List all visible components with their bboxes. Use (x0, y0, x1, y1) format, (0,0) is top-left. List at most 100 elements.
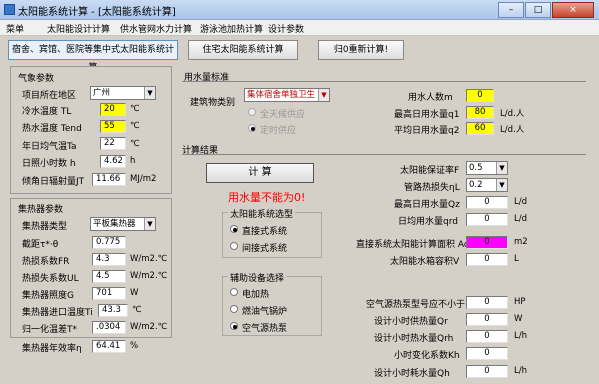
cold-water-temp-unit: ℃ (130, 104, 140, 114)
max-daily-usage-input[interactable]: 0 (466, 196, 508, 209)
timed-supply-label: 定时供应 (260, 126, 297, 136)
normalized-temp-diff-input[interactable]: .0304 (92, 321, 126, 334)
window-title: 太阳能系统计算 - [太阳能系统计算] (18, 7, 176, 18)
guarantee-rate-select[interactable]: 0.5 ▼ (466, 161, 508, 175)
normalized-temp-diff-label: 归一化温差T* (22, 325, 77, 335)
heat-pump-size-input[interactable]: 0 (466, 296, 508, 309)
electric-heating-radio[interactable] (230, 288, 238, 296)
design-hour-cons-unit: L/h (514, 366, 527, 376)
minimize-button[interactable]: – (498, 2, 524, 18)
menu-bar: 菜单 太阳能设计计算 供水管网水力计算 游泳池加热计算 设计参数 (0, 20, 599, 36)
direct-system-radio[interactable] (230, 225, 238, 233)
normalized-temp-diff-unit: W/m2.℃ (130, 322, 168, 332)
design-hour-cons-input[interactable]: 0 (466, 365, 508, 378)
design-hour-water-input[interactable]: 0 (466, 330, 508, 343)
maximize-button[interactable]: □ (525, 2, 551, 18)
boiler-radio[interactable] (230, 305, 238, 313)
system-type-title: 太阳能系统选型 (228, 207, 296, 220)
users-label: 用水人数m (408, 93, 453, 103)
peak-usage-input[interactable]: 80 (466, 106, 494, 119)
sunshine-hours-input[interactable]: 4.62 (100, 155, 126, 168)
avg-usage-input[interactable]: 60 (466, 122, 494, 135)
annual-efficiency-input[interactable]: 64.41 (92, 340, 126, 353)
cold-water-temp-input[interactable]: 20 (100, 103, 126, 116)
design-hour-heat-unit: W (514, 314, 523, 324)
menu-item-main[interactable]: 菜单 (6, 22, 24, 35)
inlet-temp-label: 集热器进口温度Ti (22, 308, 93, 318)
chevron-down-icon: ▼ (496, 179, 507, 191)
reset-button[interactable]: 归0重新计算! (318, 40, 404, 60)
menu-item-solar-design[interactable]: 太阳能设计计算 (47, 22, 110, 35)
timed-supply-radio[interactable] (248, 124, 256, 132)
pipe-loss-value: 0.2 (469, 180, 483, 190)
avg-air-temp-label: 年日均气温Ta (22, 142, 77, 152)
tank-volume-input[interactable]: 0 (466, 253, 508, 266)
avg-daily-usage-label: 日均用水量qrd (398, 217, 458, 227)
tab-centralized-system[interactable]: 宿舍、宾馆、医院等集中式太阳能系统计算 (8, 40, 178, 73)
location-select[interactable]: 广州 ▼ (90, 86, 156, 100)
intercept-label: 截距τ*·θ (22, 240, 59, 250)
cold-water-temp-label: 冷水温度 TL (22, 107, 72, 117)
hourly-coef-input[interactable]: 0 (466, 347, 508, 360)
design-hour-heat-input[interactable]: 0 (466, 313, 508, 326)
irradiance-input[interactable]: 701 (92, 287, 126, 300)
peak-usage-label: 最高日用水量q1 (394, 110, 460, 120)
design-hour-cons-label: 设计小时耗水量Qh (374, 369, 450, 379)
calculate-button[interactable]: 计 算 (206, 163, 314, 183)
chevron-down-icon: ▼ (144, 87, 155, 99)
radiation-input[interactable]: 11.66 (92, 173, 126, 186)
collector-area-unit: m2 (514, 237, 528, 247)
max-daily-usage-label: 最高日用水量Qz (394, 200, 460, 210)
boiler-label: 燃油气锅炉 (242, 307, 288, 317)
pipe-loss-label: 管路热损失ηL (404, 183, 460, 193)
radiation-unit: MJ/m2 (130, 174, 157, 184)
full-day-supply-label: 全天候供应 (260, 110, 306, 120)
building-type-label: 建筑物类别 (190, 98, 236, 108)
menu-item-design-params[interactable]: 设计参数 (268, 22, 304, 35)
guarantee-rate-label: 太阳能保证率F (400, 166, 460, 176)
users-input[interactable]: 0 (466, 89, 494, 102)
building-type-value: 集体宿舍单独卫生 (247, 90, 316, 100)
full-day-supply-radio[interactable] (248, 108, 256, 116)
electric-heating-label: 电加热 (242, 290, 270, 300)
tank-volume-unit: L (514, 254, 519, 264)
avg-daily-usage-input[interactable]: 0 (466, 213, 508, 226)
heat-pump-radio[interactable] (230, 322, 238, 330)
collector-area-input[interactable]: 0 (466, 236, 508, 249)
radiation-label: 倾角日辐射量JT (22, 177, 85, 187)
design-hour-heat-label: 设计小时供热量Qr (374, 317, 448, 327)
sunshine-hours-label: 日照小时数 h (22, 159, 76, 169)
collector-type-value: 平板集热器 (93, 219, 136, 229)
guarantee-rate-value: 0.5 (469, 163, 483, 173)
collector-type-label: 集热器类型 (22, 222, 68, 232)
collector-area-label: 直接系统太阳能计算面积 Ac (356, 240, 469, 250)
hot-water-temp-input[interactable]: 55 (100, 120, 126, 133)
avg-air-temp-input[interactable]: 22 (100, 137, 126, 150)
tab-residential-system[interactable]: 住宅太阳能系统计算 (188, 40, 298, 60)
intercept-input[interactable]: 0.775 (92, 236, 126, 249)
collector-type-select[interactable]: 平板集热器 ▼ (90, 217, 156, 231)
annual-efficiency-label: 集热器年效率η (22, 344, 82, 354)
warning-text: 用水量不能为0! (228, 191, 306, 204)
menu-item-pool-heating[interactable]: 游泳池加热计算 (200, 22, 263, 35)
building-type-select[interactable]: 集体宿舍单独卫生 ▼ (244, 88, 330, 102)
inlet-temp-input[interactable]: 43.3 (98, 304, 128, 317)
title-bar: 太阳能系统计算 - [太阳能系统计算] – □ × (0, 0, 599, 20)
weather-title: 气象参数 (18, 74, 55, 84)
direct-system-label: 直接式系统 (242, 227, 288, 237)
close-button[interactable]: × (552, 2, 594, 18)
heat-loss-coef-input[interactable]: 4.3 (92, 253, 126, 266)
hourly-coef-label: 小时变化系数Kh (394, 351, 460, 361)
heat-loss-ul-unit: W/m2.℃ (130, 271, 168, 281)
indirect-system-radio[interactable] (230, 242, 238, 250)
heat-pump-label: 空气源热泵 (242, 324, 288, 334)
inlet-temp-unit: ℃ (132, 305, 142, 315)
chevron-down-icon: ▼ (144, 218, 155, 230)
tank-volume-label: 太阳能水箱容积V (390, 257, 460, 267)
indirect-system-label: 间接式系统 (242, 244, 288, 254)
pipe-loss-select[interactable]: 0.2 ▼ (466, 178, 508, 192)
heat-loss-ul-input[interactable]: 4.5 (92, 270, 126, 283)
menu-item-pipe-calc[interactable]: 供水管网水力计算 (120, 22, 192, 35)
heat-loss-coef-unit: W/m2.℃ (130, 254, 168, 264)
avg-usage-label: 平均日用水量q2 (394, 126, 460, 136)
